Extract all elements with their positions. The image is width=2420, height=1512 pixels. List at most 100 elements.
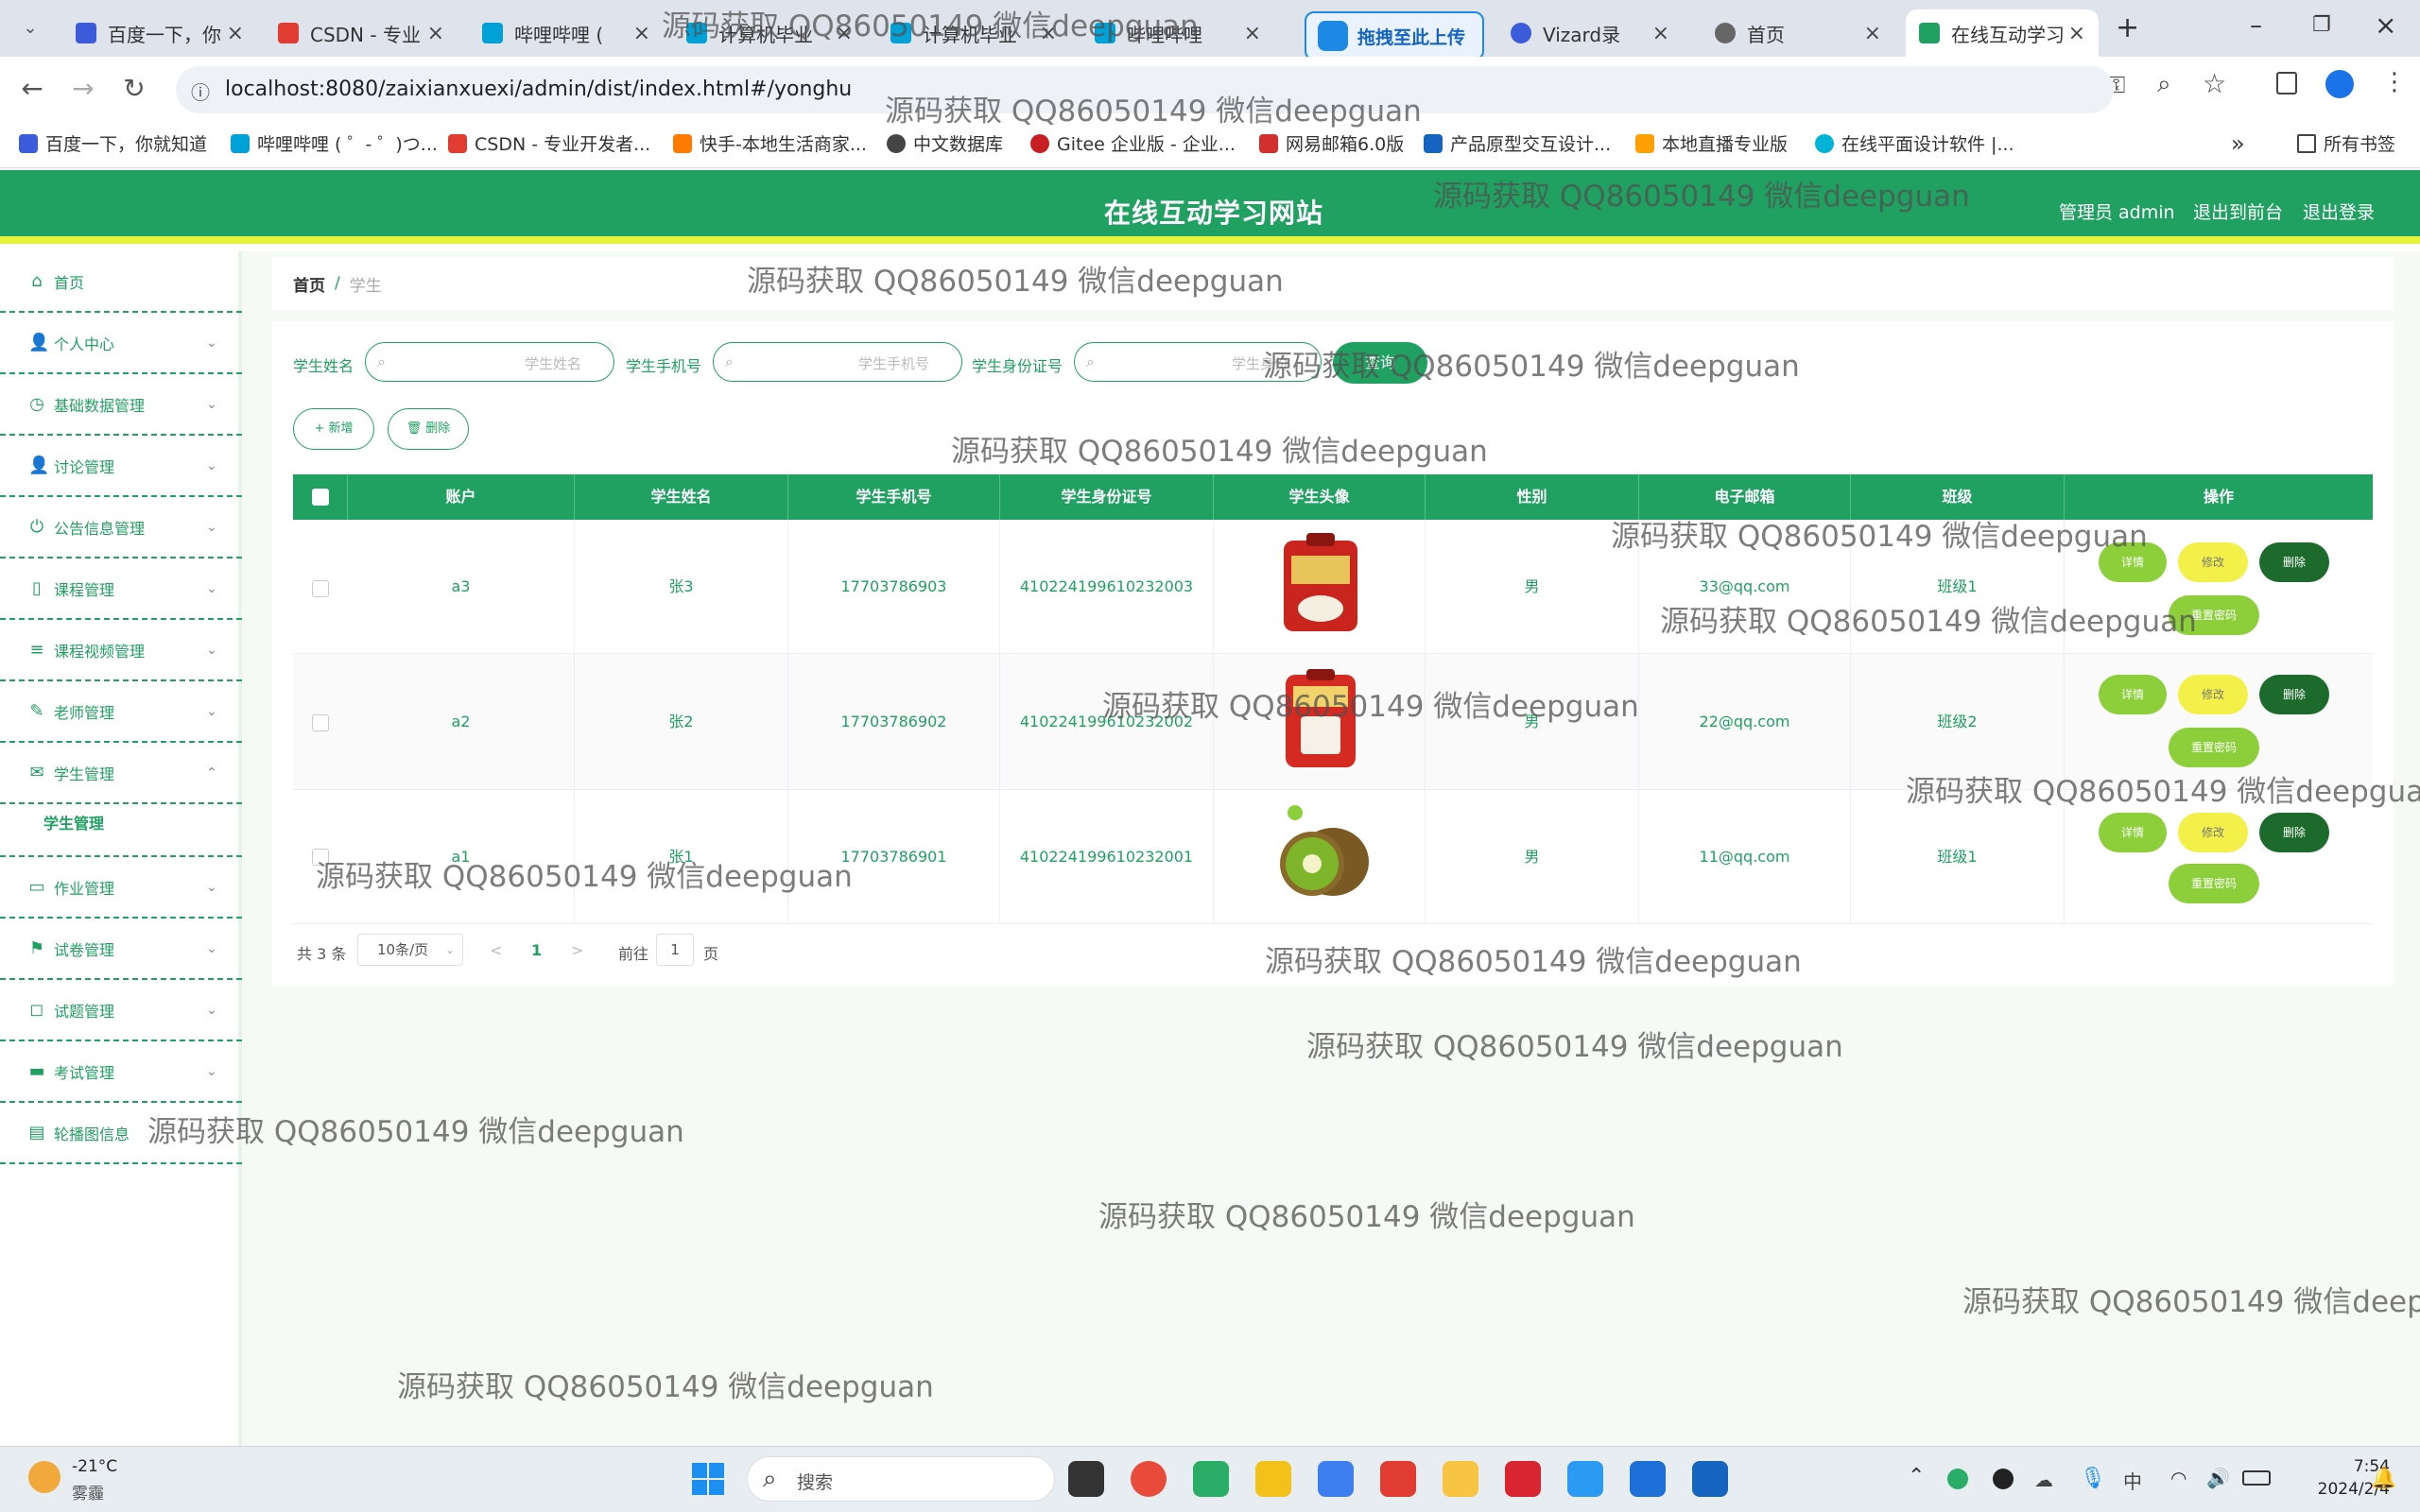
sidebar-item-carousel[interactable]: ▤ 轮播图信息 <box>0 1103 242 1164</box>
sidebar-toggle-icon[interactable] <box>2276 72 2297 94</box>
bookmark-item[interactable]: 快手-本地生活商家... <box>673 130 867 156</box>
bookmark-item[interactable]: Gitee 企业版 - 企业... <box>1030 130 1236 156</box>
browser-app-icon[interactable] <box>1567 1461 1603 1497</box>
browser-tab[interactable]: 百度一下，你 × <box>62 9 257 57</box>
bookmark-star-icon[interactable]: ☆ <box>2203 68 2226 99</box>
detail-button[interactable]: 详情 <box>2099 542 2167 582</box>
browser-tab[interactable]: 哔哩哔哩 × <box>1081 9 1274 57</box>
add-button[interactable]: + 新增 <box>293 408 374 450</box>
new-tab-icon[interactable]: + <box>2116 11 2139 44</box>
chrome-icon[interactable] <box>1131 1461 1167 1497</box>
sidebar-item-course[interactable]: ▯ 课程管理 ⌄ <box>0 558 242 620</box>
file-explorer-icon[interactable] <box>1443 1461 1478 1497</box>
browser-tab[interactable]: CSDN - 专业 × <box>265 9 458 57</box>
close-icon[interactable]: × <box>427 22 444 45</box>
tray-wechat-icon[interactable] <box>1947 1469 1968 1489</box>
goto-page-input[interactable]: 1 <box>656 934 694 966</box>
windows-start-icon[interactable] <box>690 1461 726 1497</box>
bookmark-item[interactable]: 产品原型交互设计... <box>1424 130 1611 156</box>
close-icon[interactable]: × <box>2068 22 2085 45</box>
row-checkbox[interactable] <box>312 849 329 866</box>
delete-row-button[interactable]: 删除 <box>2259 542 2329 582</box>
browser-tab[interactable]: 首页 × <box>1702 9 1894 57</box>
close-icon[interactable]: × <box>836 22 853 45</box>
browser-tab-active[interactable]: 在线互动学习 × <box>1906 9 2099 57</box>
upload-drop-zone[interactable]: 拖拽至此上传 <box>1305 11 1484 60</box>
close-icon[interactable]: × <box>1864 22 1881 45</box>
browser-tab[interactable]: 计算机毕业 × <box>673 9 866 57</box>
tray-chevron-up-icon[interactable]: ⌃ <box>1908 1465 1925 1488</box>
sidebar-item-paper[interactable]: ⚑ 试卷管理 ⌄ <box>0 919 242 980</box>
bookmark-item[interactable]: CSDN - 专业开发者... <box>448 130 650 156</box>
close-icon[interactable]: × <box>1244 22 1261 45</box>
bookmark-item[interactable]: 本地直播专业版 <box>1635 130 1788 156</box>
sidebar-item-discussion[interactable]: 👤 讨论管理 ⌄ <box>0 436 242 497</box>
browser-tab[interactable]: 计算机毕业 × <box>877 9 1070 57</box>
site-info-icon[interactable]: ⓘ <box>191 77 210 105</box>
taskbar-search[interactable]: ⌕ 搜索 <box>747 1456 1055 1502</box>
restore-icon[interactable]: ❐ <box>2312 13 2331 37</box>
bookmark-item[interactable]: 百度一下，你就知道 <box>19 130 207 156</box>
row-checkbox[interactable] <box>312 580 329 597</box>
minimize-icon[interactable]: – <box>2250 11 2262 40</box>
reset-password-button[interactable]: 重置密码 <box>2169 864 2259 903</box>
bookmark-item[interactable]: 网易邮箱6.0版 <box>1259 130 1404 156</box>
close-icon[interactable]: × <box>633 22 650 45</box>
query-button[interactable]: 查询 <box>1333 342 1427 384</box>
bookmarks-more-icon[interactable]: » <box>2231 130 2245 157</box>
edit-button[interactable]: 修改 <box>2178 813 2248 852</box>
select-all-checkbox[interactable] <box>312 489 329 506</box>
close-icon[interactable]: × <box>1652 22 1669 45</box>
close-icon[interactable]: × <box>1040 22 1057 45</box>
sidebar-item-exam[interactable]: ▬ 考试管理 ⌄ <box>0 1041 242 1103</box>
tray-mic-icon[interactable]: 🎙 <box>2080 1467 2106 1490</box>
profile-avatar[interactable] <box>2325 70 2354 98</box>
student-phone-input[interactable]: ⌕ 学生手机号 <box>713 342 962 382</box>
sidebar-item-teacher[interactable]: ✎ 老师管理 ⌄ <box>0 681 242 743</box>
delete-row-button[interactable]: 删除 <box>2259 675 2329 714</box>
detail-button[interactable]: 详情 <box>2099 813 2167 852</box>
sidebar-item-homework[interactable]: ▭ 作业管理 ⌄ <box>0 857 242 919</box>
delete-row-button[interactable]: 删除 <box>2259 813 2329 852</box>
edit-button[interactable]: 修改 <box>2178 542 2248 582</box>
url-text[interactable]: localhost:8080/zaixianxuexi/admin/dist/i… <box>225 76 852 104</box>
exit-to-front-link[interactable]: 退出到前台 <box>2193 198 2283 224</box>
student-name-input[interactable]: ⌕ 学生姓名 <box>365 342 614 382</box>
zoom-icon[interactable]: ⌕ <box>2157 70 2171 99</box>
sidebar-item-profile[interactable]: 👤 个人中心 ⌄ <box>0 313 242 374</box>
breadcrumb-home[interactable]: 首页 <box>293 272 325 296</box>
browser-tab[interactable]: Vizard录 × <box>1497 9 1683 57</box>
bookmark-item[interactable]: 中文数据库 <box>887 130 1003 156</box>
sidebar-item-home[interactable]: ⌂ 首页 <box>0 251 242 313</box>
logout-link[interactable]: 退出登录 <box>2303 198 2375 224</box>
bookmark-item[interactable]: 哔哩哔哩 ( ゜- ゜)つ... <box>231 130 438 156</box>
forward-icon[interactable]: → <box>66 72 100 106</box>
lemon-app-icon[interactable] <box>1255 1461 1291 1497</box>
task-view-icon[interactable] <box>1068 1461 1104 1497</box>
battery-icon[interactable] <box>2242 1470 2271 1486</box>
wechat-icon[interactable] <box>1193 1461 1229 1497</box>
menu-dots-icon[interactable]: ⋮ <box>2382 68 2407 96</box>
sidebar-item-question[interactable]: ◻ 试题管理 ⌄ <box>0 980 242 1041</box>
page-number[interactable]: 1 <box>531 941 542 959</box>
delete-button[interactable]: 🗑 删除 <box>388 408 469 450</box>
feishu-icon[interactable] <box>1630 1461 1666 1497</box>
tab-search-icon[interactable]: ⌄ <box>13 11 47 45</box>
cloud-app-icon[interactable] <box>1318 1461 1354 1497</box>
tray-ime-icon[interactable]: 中 <box>2123 1467 2142 1494</box>
reset-password-button[interactable]: 重置密码 <box>2169 595 2259 635</box>
sidebar-item-notice[interactable]: ⏻ 公告信息管理 ⌄ <box>0 497 242 558</box>
wifi-icon[interactable]: ◠ <box>2170 1467 2187 1489</box>
page-size-select[interactable]: 10条/页 ⌄ <box>357 934 463 966</box>
close-icon[interactable]: × <box>227 22 244 45</box>
next-page-icon[interactable]: > <box>571 941 583 959</box>
bookmark-item[interactable]: 在线平面设计软件 |... <box>1815 130 2014 156</box>
volume-icon[interactable]: 🔊 <box>2206 1467 2230 1489</box>
browser-tab[interactable]: 哔哩哔哩 (× <box>469 9 664 57</box>
notepad-icon[interactable] <box>1692 1461 1728 1497</box>
all-bookmarks[interactable]: 所有书签 <box>2297 130 2395 156</box>
sidebar-subitem-student[interactable]: 学生管理 <box>43 811 104 833</box>
row-checkbox[interactable] <box>312 714 329 731</box>
window-close-icon[interactable]: × <box>2375 9 2396 41</box>
notification-bell-icon[interactable]: 🔔 <box>2371 1467 2396 1490</box>
